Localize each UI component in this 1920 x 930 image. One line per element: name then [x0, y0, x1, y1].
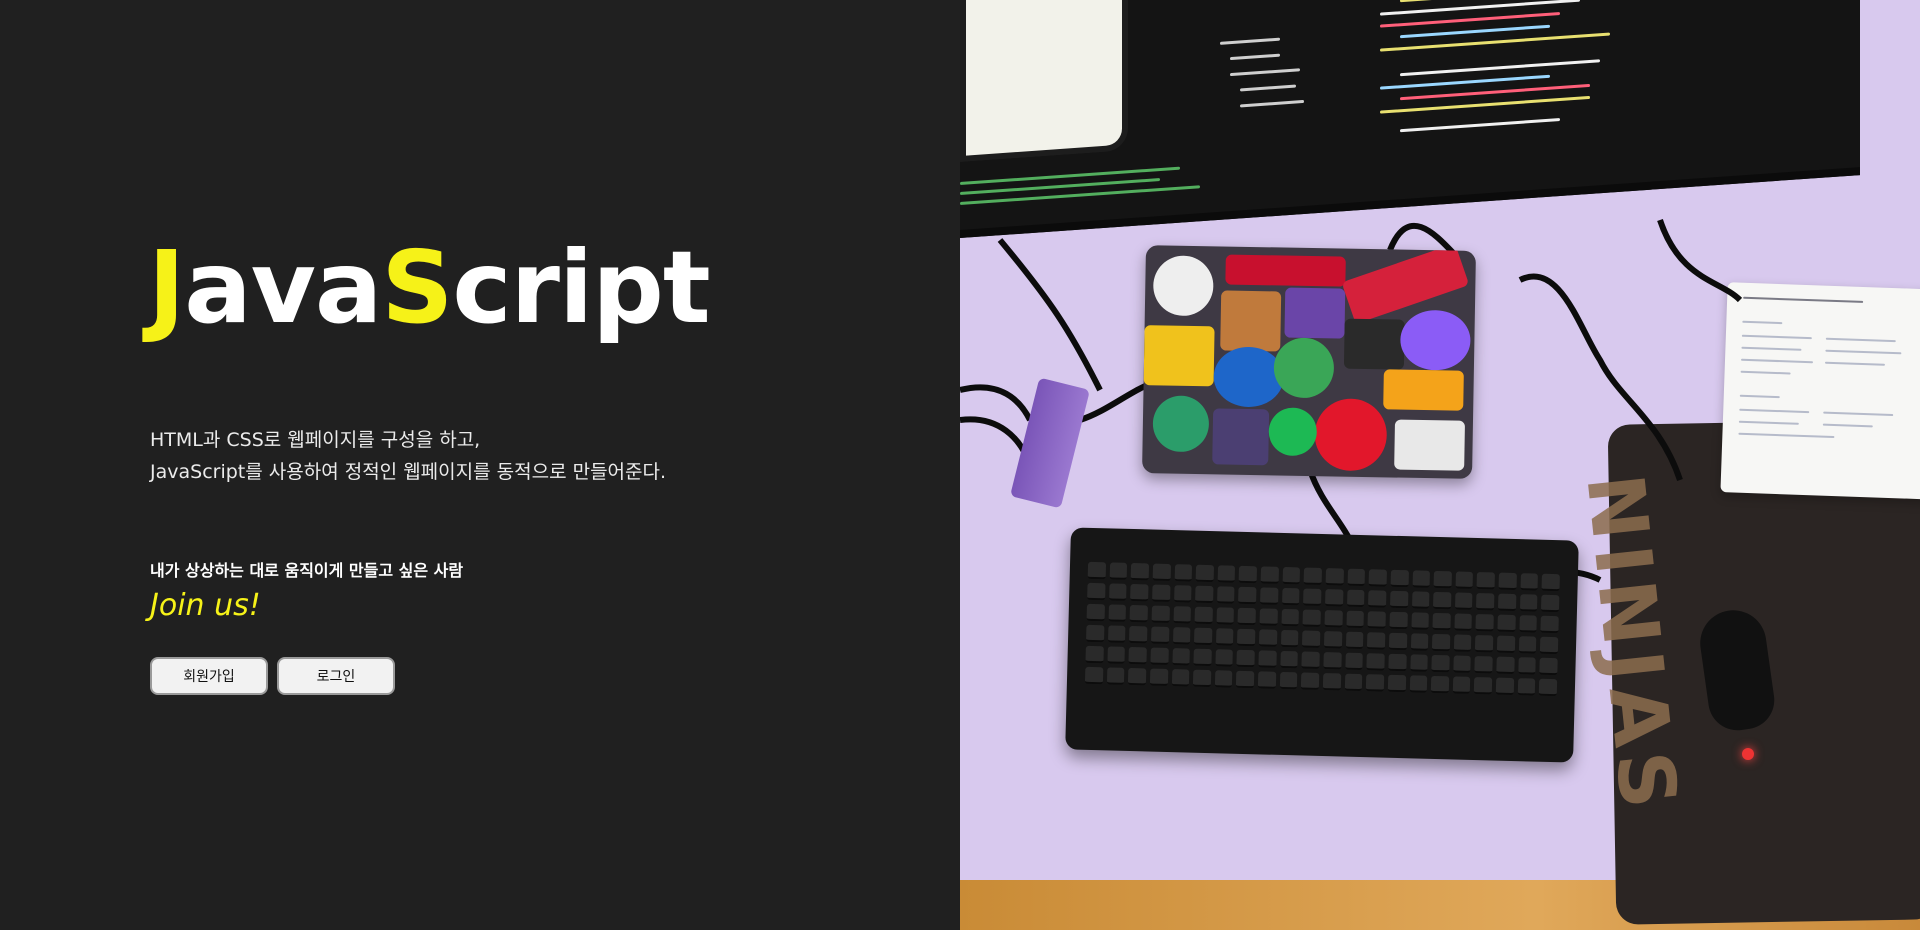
hero-panel: JavaScript HTML과 CSS로 웹페이지를 구성을 하고, Java…	[0, 0, 960, 930]
phone-on-screen	[960, 0, 1128, 163]
auth-buttons: 회원가입 로그인	[150, 657, 395, 695]
signup-button[interactable]: 회원가입	[150, 657, 268, 695]
logo-text-ava: ava	[184, 229, 382, 346]
javascript-logo: JavaScript	[148, 238, 711, 338]
landing-page: JavaScript HTML과 CSS로 웹페이지를 구성을 하고, Java…	[0, 0, 1920, 930]
description-line-2: JavaScript를 사용하여 정적인 웹페이지를 동적으로 만들어준다.	[150, 461, 667, 483]
join-us-text: Join us!	[150, 588, 261, 623]
description-line-1: HTML과 CSS로 웹페이지를 구성을 하고,	[150, 429, 481, 451]
hero-description: HTML과 CSS로 웹페이지를 구성을 하고, JavaScript를 사용하…	[150, 424, 666, 488]
logo-letter-j: J	[148, 229, 185, 346]
desk-photo: NINJAS	[960, 0, 1920, 930]
logo-text-cript: cript	[452, 229, 710, 346]
keyboard	[1065, 527, 1579, 763]
hero-image: NINJAS	[960, 0, 1920, 930]
logo-letter-s: S	[381, 229, 453, 346]
keyboard-keys	[1084, 561, 1560, 697]
hero-tagline: 내가 상상하는 대로 움직이게 만들고 싶은 사람	[150, 561, 464, 580]
login-button[interactable]: 로그인	[277, 657, 395, 695]
laptop-with-stickers	[1142, 245, 1476, 479]
